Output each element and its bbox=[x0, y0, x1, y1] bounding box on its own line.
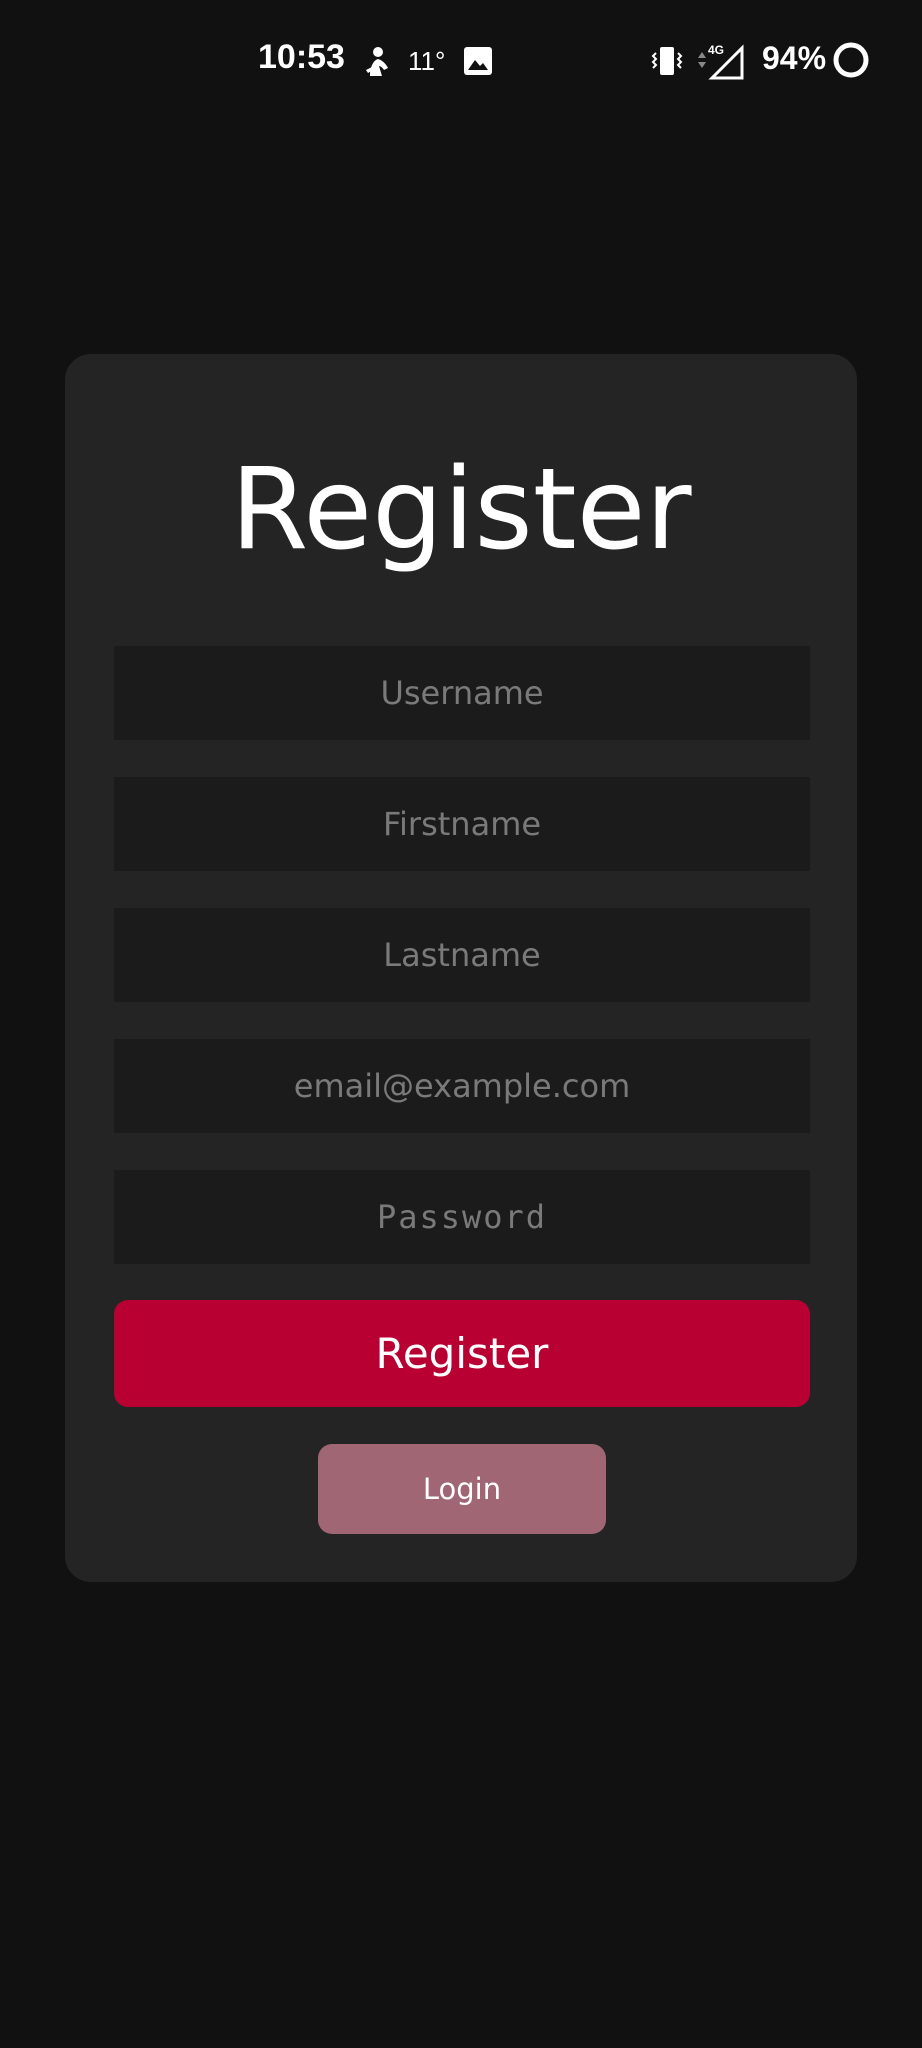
signal-icon: 4G bbox=[696, 42, 746, 80]
weather-icon bbox=[362, 44, 394, 78]
page-title: Register bbox=[230, 445, 692, 575]
register-button[interactable]: Register bbox=[114, 1300, 810, 1407]
status-bar: 10:53 11° 4G 94% bbox=[0, 0, 922, 120]
email-field[interactable] bbox=[114, 1039, 810, 1133]
vibrate-icon bbox=[650, 44, 684, 78]
svg-text:4G: 4G bbox=[708, 43, 724, 57]
password-field[interactable] bbox=[114, 1170, 810, 1264]
battery-icon bbox=[832, 41, 870, 79]
firstname-field[interactable] bbox=[114, 777, 810, 871]
status-temperature: 11° bbox=[408, 46, 446, 76]
image-icon bbox=[463, 46, 493, 76]
login-button[interactable]: Login bbox=[318, 1444, 606, 1534]
battery-percentage: 94% bbox=[762, 40, 827, 76]
username-field[interactable] bbox=[114, 646, 810, 740]
lastname-field[interactable] bbox=[114, 908, 810, 1002]
status-time: 10:53 bbox=[258, 38, 345, 76]
register-screen: 10:53 11° 4G 94% Register Username First… bbox=[0, 0, 922, 2048]
